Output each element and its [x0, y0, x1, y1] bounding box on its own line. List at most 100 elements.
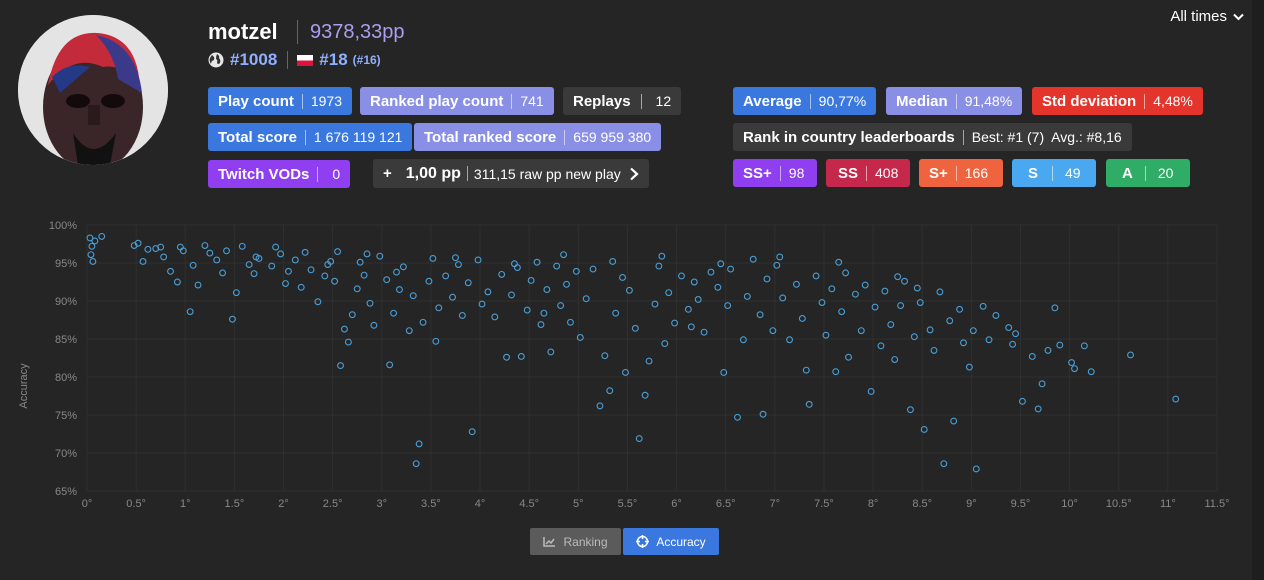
data-point [940, 460, 948, 468]
data-point [739, 336, 747, 344]
global-rank[interactable]: #1008 [230, 50, 277, 70]
data-point [651, 300, 659, 308]
data-point [786, 336, 794, 344]
twitch-vods-badge[interactable]: Twitch VODs 0 [208, 160, 351, 188]
data-point [985, 336, 993, 344]
data-point [665, 289, 673, 297]
grade-a-badge: A 20 [1106, 159, 1190, 187]
data-point [661, 340, 669, 348]
data-point [337, 362, 344, 370]
data-point [213, 256, 221, 264]
data-point [832, 368, 840, 376]
poland-flag-icon [297, 54, 314, 66]
data-point [596, 402, 604, 410]
data-point [173, 278, 181, 286]
data-point [950, 417, 958, 425]
y-axis-label: Accuracy [18, 363, 30, 409]
data-point [566, 318, 574, 326]
player-name[interactable]: motzel [208, 19, 278, 45]
data-point [756, 311, 764, 319]
data-point [979, 302, 987, 310]
y-tick-label: 100% [49, 220, 77, 232]
data-point [749, 255, 757, 263]
data-point [314, 298, 322, 306]
data-point [297, 283, 305, 291]
data-point [139, 258, 147, 265]
country-rank[interactable]: #18 [319, 50, 347, 70]
accuracy-scatter-chart[interactable]: 0° 0.5° 1° 1.5° 2° 2.5° 3° 3.5° 4° 4.5° 5° 5.5° 6° 6.… [0, 212, 1250, 522]
data-point [812, 272, 820, 280]
data-point [412, 460, 420, 468]
pp-gain-badge[interactable]: + 1,00 pp 311,15 raw pp new play [373, 159, 649, 188]
data-point [508, 291, 515, 299]
data-point [1056, 341, 1064, 349]
data-point [144, 245, 152, 253]
data-point [891, 356, 899, 363]
data-point [926, 326, 934, 334]
player-pp: 9378,33pp [310, 21, 405, 43]
data-point [223, 247, 230, 255]
play-count-badge: Play count 1973 [208, 87, 353, 115]
data-point [857, 327, 865, 335]
line-chart-icon [543, 537, 556, 547]
data-point [805, 400, 813, 408]
data-point [1172, 395, 1180, 403]
page-scrollbar[interactable] [1252, 0, 1264, 580]
data-point [219, 269, 227, 277]
x-tick-label: 0° [82, 498, 93, 510]
data-point [160, 253, 168, 261]
data-point [655, 262, 663, 270]
data-point [393, 268, 400, 276]
data-point [194, 281, 202, 289]
data-point [89, 258, 97, 265]
data-point [291, 256, 299, 264]
data-point [851, 290, 859, 298]
data-point [694, 296, 702, 303]
data-point [1087, 368, 1095, 376]
data-point [563, 280, 570, 288]
data-point [779, 294, 787, 302]
x-tick-label: 4° [475, 498, 486, 510]
replays-badge: Replays 12 [563, 87, 682, 115]
x-tick-label: 3° [377, 498, 388, 510]
data-point [454, 261, 462, 268]
x-tick-label: 7° [770, 498, 781, 510]
x-tick-label: 1.5° [225, 498, 245, 510]
x-tick-label: 9° [966, 498, 977, 510]
x-tick-label: 10.5° [1106, 498, 1132, 510]
time-filter-dropdown[interactable]: All times [1170, 8, 1244, 25]
data-point [776, 253, 784, 261]
data-point [838, 308, 846, 316]
x-tick-label: 7.5° [814, 498, 834, 510]
accuracy-mode-button[interactable]: Accuracy [623, 528, 719, 555]
x-tick-label: 8° [868, 498, 879, 510]
grade-ss-badge: SS 408 [826, 159, 910, 187]
data-point [186, 308, 194, 316]
data-point [409, 292, 417, 300]
y-tick-label: 75% [55, 410, 77, 422]
grade-splus-badge: S+ 166 [919, 159, 1003, 187]
data-point [763, 275, 771, 283]
x-tick-label: 11.5° [1205, 498, 1230, 510]
data-point [383, 276, 391, 284]
data-point [897, 302, 905, 310]
data-point [321, 272, 329, 280]
y-tick-label: 90% [55, 296, 77, 308]
data-point [609, 258, 617, 265]
data-point [635, 435, 643, 443]
country-rank-sub: (#16) [352, 53, 381, 67]
y-tick-label: 85% [55, 334, 77, 346]
chevron-down-icon [1233, 13, 1244, 20]
ranking-mode-button[interactable]: Ranking [530, 528, 621, 555]
data-point [1009, 340, 1017, 348]
x-tick-label: 6.5° [716, 498, 736, 510]
data-point [842, 269, 850, 277]
data-point [206, 249, 214, 257]
x-tick-label: 2° [278, 498, 289, 510]
data-point [690, 278, 698, 286]
avatar [18, 15, 168, 165]
data-point [828, 285, 836, 293]
data-point [399, 263, 407, 271]
country-leaderboard-badge: Rank in country leaderboards Best: #1 (7)… [733, 123, 1132, 151]
data-point [98, 232, 106, 240]
